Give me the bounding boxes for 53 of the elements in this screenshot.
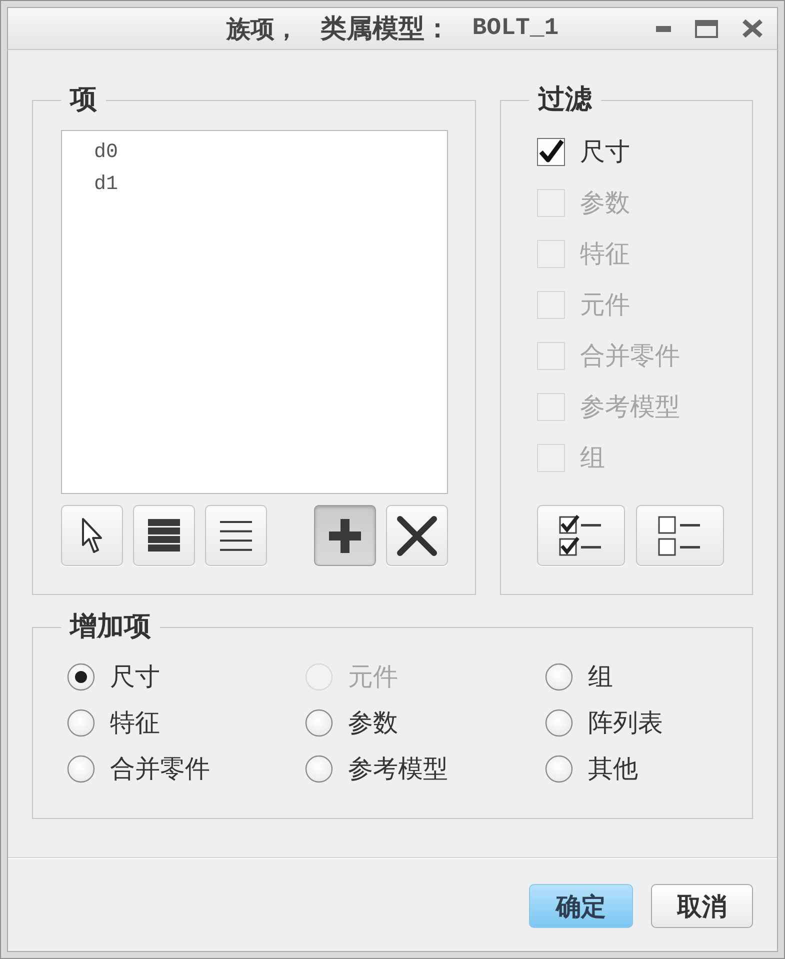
radio-label: 参数: [348, 708, 398, 738]
group-title: 项: [68, 85, 98, 115]
radio-label: 参考模型: [348, 754, 448, 784]
pick-button[interactable]: [61, 505, 123, 566]
thick-lines-icon: [148, 518, 180, 552]
checkbox-label: 组: [580, 442, 605, 472]
checkbox-label: 尺寸: [580, 136, 630, 166]
radio-button[interactable]: [67, 709, 95, 737]
list-item[interactable]: d0: [92, 137, 120, 169]
cancel-button[interactable]: 取消: [651, 884, 753, 928]
checkbox-label: 合并零件: [580, 340, 680, 370]
close-icon[interactable]: [742, 19, 763, 38]
checkbox-label: 元件: [580, 290, 630, 320]
plus-icon: [329, 518, 361, 552]
radio-button[interactable]: [67, 663, 95, 691]
dialog-title: 族项，: [226, 14, 298, 44]
radio-button[interactable]: [67, 755, 95, 783]
generic-model-label: 类属模型：: [320, 14, 450, 44]
cursor-arrow-icon: [81, 516, 103, 554]
radio-label: 其他: [588, 754, 638, 784]
empty-list-icon: [658, 514, 702, 558]
radio-button[interactable]: [305, 755, 333, 783]
maximize-icon[interactable]: [695, 20, 718, 38]
radio-label: 尺寸: [110, 662, 160, 692]
group-title: 增加项: [68, 612, 152, 642]
group-title: 过滤: [537, 85, 593, 115]
select-all-button[interactable]: [133, 505, 195, 566]
uncheck-all-button[interactable]: [636, 505, 724, 566]
ok-button[interactable]: 确定: [529, 884, 633, 928]
x-icon: [397, 516, 437, 556]
radio-label: 合并零件: [110, 754, 210, 784]
radio-label: 元件: [348, 662, 398, 692]
radio-button[interactable]: [305, 709, 333, 737]
add-button[interactable]: [314, 505, 376, 566]
deselect-all-button[interactable]: [205, 505, 267, 566]
radio-label: 组: [588, 662, 613, 692]
list-item[interactable]: d1: [92, 169, 120, 201]
check-all-button[interactable]: [537, 505, 625, 566]
checkbox[interactable]: [537, 138, 565, 166]
minimize-icon[interactable]: [656, 26, 671, 32]
radio-label: 特征: [110, 708, 160, 738]
remove-button[interactable]: [386, 505, 448, 566]
radio-button[interactable]: [545, 709, 573, 737]
checkbox-label: 特征: [580, 238, 630, 268]
checkbox-label: 参数: [580, 188, 630, 218]
checkbox-label: 参考模型: [580, 392, 680, 422]
checked-list-icon: [559, 514, 603, 558]
item-list[interactable]: d0 d1: [61, 130, 448, 494]
radio-button[interactable]: [545, 755, 573, 783]
radio-button[interactable]: [545, 663, 573, 691]
thin-lines-icon: [220, 520, 252, 550]
model-name: BOLT_1: [472, 14, 559, 44]
radio-label: 阵列表: [588, 708, 663, 738]
